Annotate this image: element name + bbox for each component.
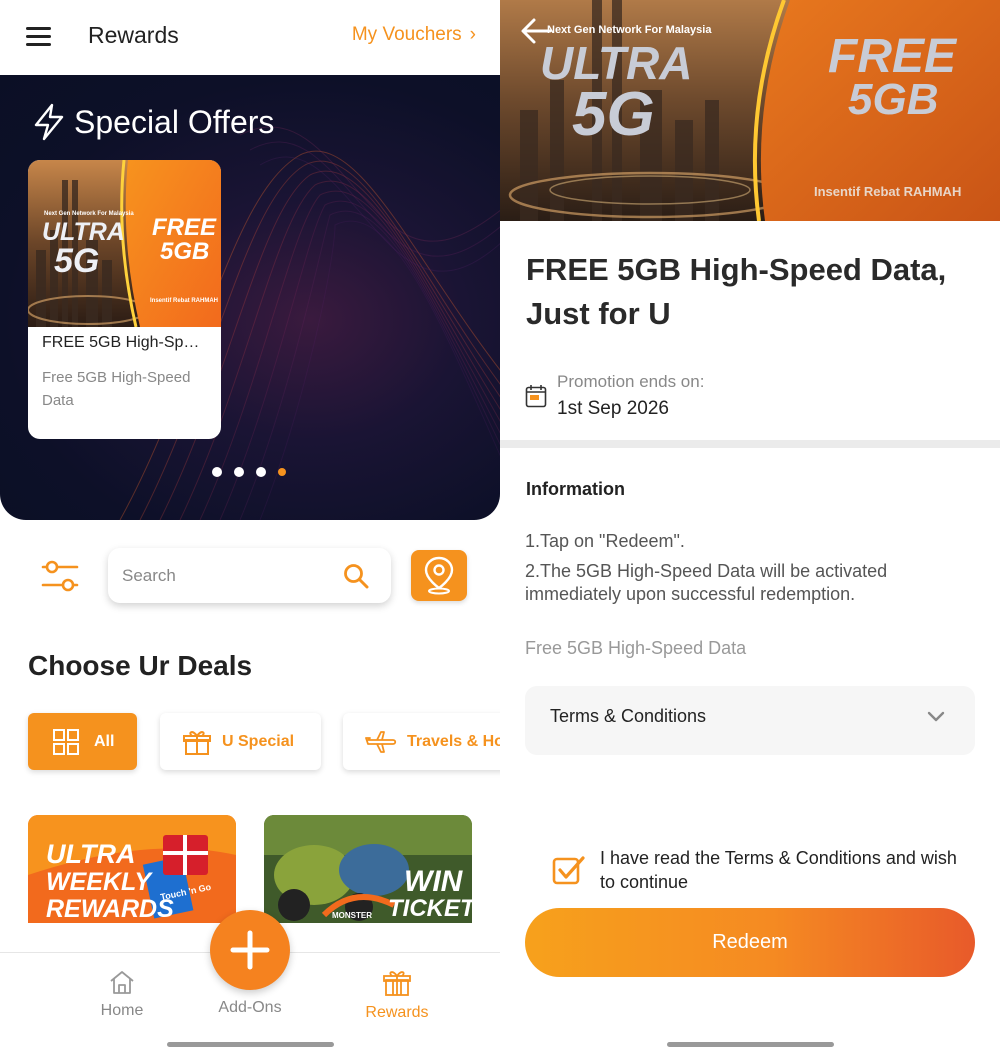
my-vouchers-label: My Vouchers bbox=[351, 24, 462, 45]
special-offers-banner: Special Offers Next Gen Network For Mala… bbox=[0, 75, 500, 520]
carousel-dot[interactable] bbox=[212, 467, 222, 477]
menu-icon[interactable] bbox=[26, 27, 51, 47]
home-icon bbox=[110, 971, 134, 994]
calendar-icon bbox=[525, 385, 547, 408]
hero-headline-5g: 5G bbox=[572, 80, 655, 149]
my-vouchers-link[interactable]: My Vouchers › bbox=[352, 24, 476, 46]
deal-text-win: WIN bbox=[404, 865, 463, 898]
carousel-dot-active[interactable] bbox=[278, 468, 286, 476]
terms-label: Terms & Conditions bbox=[550, 706, 707, 726]
chevron-down-icon bbox=[927, 711, 945, 722]
nav-home[interactable]: Home bbox=[77, 969, 167, 1020]
filter-icon[interactable] bbox=[40, 558, 80, 594]
back-arrow-icon[interactable] bbox=[520, 16, 552, 46]
location-pin-icon bbox=[424, 556, 454, 595]
offer-hero-image: Next Gen Network For Malaysia ULTRA 5G F… bbox=[500, 0, 1000, 221]
section-title: Choose Ur Deals bbox=[28, 650, 253, 681]
agree-checkbox[interactable] bbox=[552, 854, 585, 887]
special-offers-header: Special Offers bbox=[32, 103, 274, 141]
carousel-dots bbox=[212, 467, 286, 477]
search-icon[interactable] bbox=[343, 563, 369, 589]
deal-badge: MONSTER bbox=[332, 911, 372, 920]
information-step: 1.Tap on "Redeem". bbox=[525, 531, 685, 551]
nav-add-ons[interactable]: Add-Ons bbox=[205, 997, 295, 1017]
deal-card-weekly-rewards[interactable]: ULTRA WEEKLY REWARDS Touch 'n Go bbox=[28, 815, 236, 923]
information-heading: Information bbox=[526, 479, 625, 499]
add-ons-button[interactable] bbox=[210, 910, 290, 990]
page-title: Rewards bbox=[88, 22, 179, 48]
special-offers-title: Special Offers bbox=[74, 103, 275, 140]
category-label: Travels & Hotels bbox=[407, 732, 500, 750]
offer-detail-screen: Next Gen Network For Malaysia ULTRA 5G F… bbox=[500, 0, 1000, 1060]
offer-card[interactable]: Next Gen Network For Malaysia ULTRA 5G F… bbox=[28, 160, 221, 439]
nav-label: Rewards bbox=[365, 1004, 429, 1021]
terms-accordion[interactable]: Terms & Conditions bbox=[525, 686, 975, 755]
gift-icon bbox=[383, 971, 411, 996]
nav-label: Home bbox=[100, 1002, 144, 1019]
category-chip-u-special[interactable]: U Special bbox=[160, 713, 321, 770]
carousel-dot[interactable] bbox=[256, 467, 266, 477]
card-offer-5gb: 5GB bbox=[160, 238, 210, 265]
category-chip-all[interactable]: All bbox=[28, 713, 137, 770]
information-note: Free 5GB High-Speed Data bbox=[525, 638, 747, 658]
grid-icon bbox=[53, 728, 79, 755]
rewards-screen: Rewards My Vouchers › Special Offers Nex… bbox=[0, 0, 500, 1060]
search-input[interactable] bbox=[122, 563, 332, 589]
category-chips: All U Special Travels & Hotels bbox=[0, 700, 500, 780]
offer-card-image: Next Gen Network For Malaysia ULTRA 5G F… bbox=[28, 160, 221, 327]
offer-card-description: Free 5GB High-Speed Data bbox=[42, 369, 191, 409]
category-chip-travels[interactable]: Travels & Hotels bbox=[343, 713, 500, 770]
category-label: U Special bbox=[222, 732, 295, 750]
hero-offer-5gb: 5GB bbox=[848, 75, 939, 124]
carousel-dot[interactable] bbox=[234, 467, 244, 477]
card-footer: Insentif Rebat RAHMAH bbox=[150, 298, 219, 304]
information-step: 2.The 5GB High-Speed Data will be activa… bbox=[525, 561, 888, 604]
deal-text-weekly: WEEKLY bbox=[46, 868, 152, 896]
agree-text: I have read the Terms & Conditions and w… bbox=[600, 848, 957, 892]
category-label: All bbox=[94, 732, 115, 750]
card-offer-free: FREE bbox=[152, 214, 217, 241]
top-bar: Rewards My Vouchers › bbox=[0, 0, 500, 75]
hero-footer: Insentif Rebat RAHMAH bbox=[814, 184, 962, 199]
promotion-date: 1st Sep 2026 bbox=[557, 398, 669, 419]
search-box bbox=[108, 548, 391, 603]
card-tagline: Next Gen Network For Malaysia bbox=[44, 211, 134, 217]
chevron-right-icon: › bbox=[469, 24, 476, 45]
location-button[interactable] bbox=[411, 550, 467, 601]
card-headline-ultra: ULTRA bbox=[42, 218, 125, 246]
nav-rewards[interactable]: Rewards bbox=[352, 969, 442, 1022]
airplane-icon bbox=[365, 730, 397, 753]
section-divider bbox=[500, 440, 1000, 448]
offer-card-title: FREE 5GB High-Speed Data, Just for U bbox=[42, 334, 207, 351]
home-indicator bbox=[667, 1042, 834, 1047]
plus-icon bbox=[230, 930, 270, 970]
hero-offer-free: FREE bbox=[828, 30, 957, 83]
redeem-button[interactable]: Redeem bbox=[525, 908, 975, 977]
home-indicator bbox=[167, 1042, 334, 1047]
deal-card-win-tickets[interactable]: WIN TICKETS MONSTER bbox=[264, 815, 472, 923]
deal-text-rewards: REWARDS bbox=[46, 895, 174, 923]
nav-label: Add-Ons bbox=[218, 999, 282, 1016]
promotion-label: Promotion ends on: bbox=[557, 372, 705, 391]
gift-box-icon bbox=[183, 730, 211, 755]
lightning-icon bbox=[34, 103, 64, 141]
card-headline-5g: 5G bbox=[54, 242, 100, 280]
hero-tagline: Next Gen Network For Malaysia bbox=[547, 24, 712, 36]
deal-text-tickets: TICKETS bbox=[388, 895, 472, 922]
offer-title: FREE 5GB High-Speed Data, Just for U bbox=[526, 252, 947, 331]
deal-text-ultra: ULTRA bbox=[46, 839, 136, 869]
